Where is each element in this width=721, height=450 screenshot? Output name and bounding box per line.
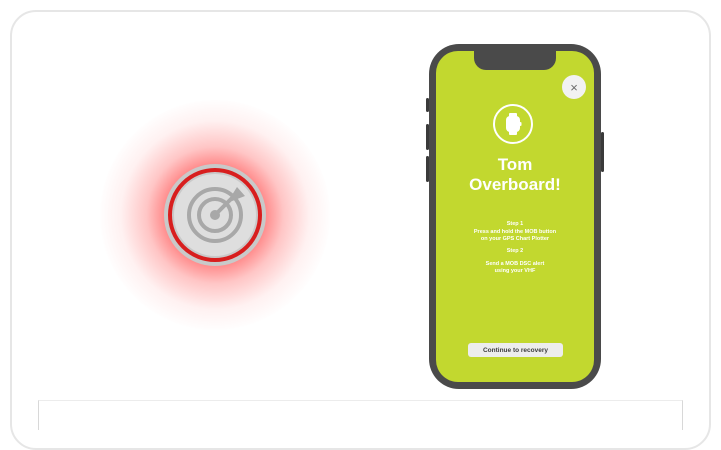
phone-side-button	[426, 98, 429, 112]
smartwatch-badge	[493, 104, 533, 144]
lower-panel-edge	[38, 400, 683, 430]
phone-volume-up	[426, 124, 429, 150]
phone-volume-down	[426, 156, 429, 182]
step1-line2: on your GPS Chart Plotter	[480, 236, 550, 242]
step2-line1: Send a MOB DSC alert	[485, 261, 545, 267]
close-icon: ×	[570, 79, 578, 95]
radar-target-icon	[164, 164, 266, 266]
step2-line2: using your VHF	[494, 268, 536, 274]
phone-mockup: × Tom Overboard! Step 1 Press and hold t…	[426, 44, 604, 389]
step2-heading: Step 2	[506, 248, 524, 254]
step1-heading: Step 1	[506, 221, 524, 227]
step1-line1: Press and hold the MOB button	[473, 229, 557, 235]
alert-screen: × Tom Overboard! Step 1 Press and hold t…	[436, 51, 594, 382]
smartwatch-icon	[506, 113, 522, 135]
continue-to-recovery-button[interactable]: Continue to recovery	[468, 343, 563, 357]
alert-title-line2: Overboard!	[469, 175, 561, 194]
phone-notch	[474, 51, 556, 70]
phone-power-button	[601, 132, 604, 172]
alert-title: Tom Overboard!	[436, 155, 594, 195]
close-button[interactable]: ×	[562, 75, 586, 99]
alert-title-line1: Tom	[497, 155, 533, 174]
